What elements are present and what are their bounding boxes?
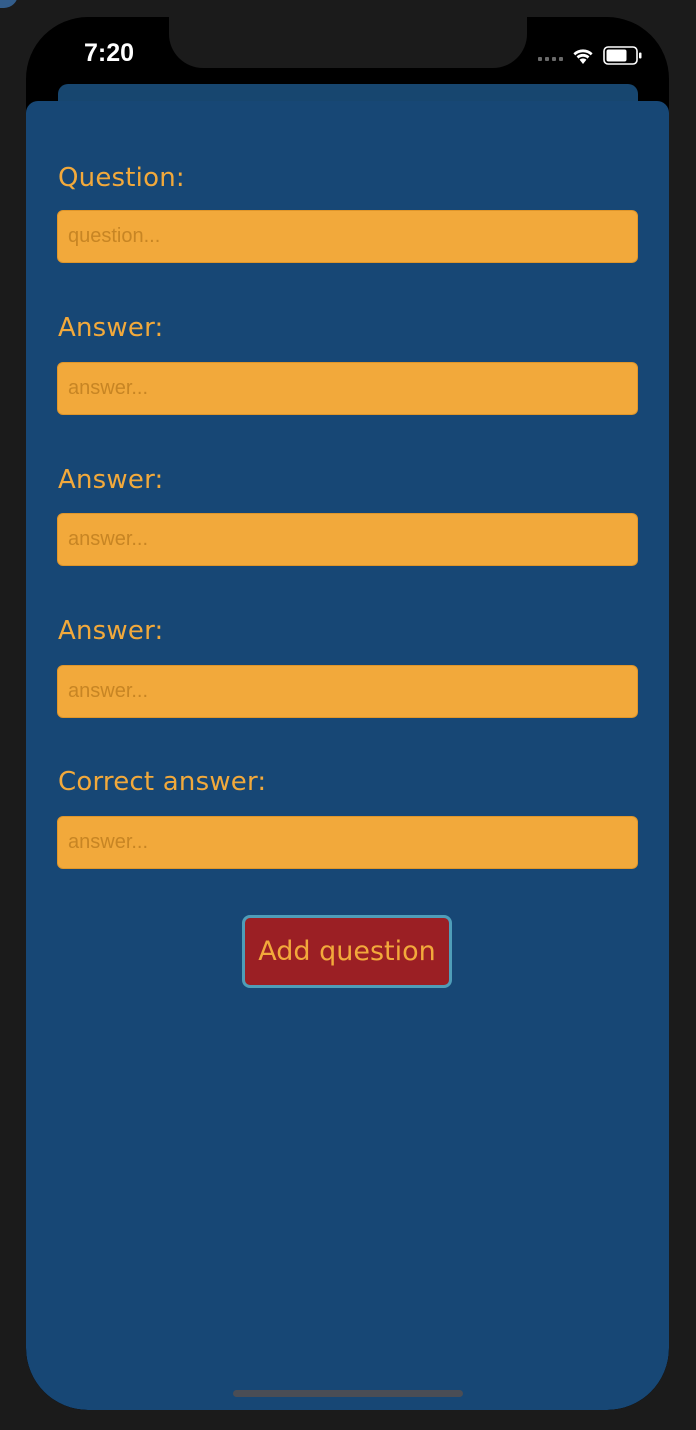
- correct-answer-input[interactable]: [57, 816, 638, 869]
- answer-1-input[interactable]: [57, 362, 638, 415]
- phone-screen: 7:20 Question: Answer: Answer:: [26, 17, 669, 1410]
- answer-2-input[interactable]: [57, 513, 638, 566]
- question-label: Question:: [58, 163, 185, 193]
- wifi-icon: [573, 49, 593, 64]
- cellular-signal-icon: [538, 57, 563, 61]
- answer-3-input[interactable]: [57, 665, 638, 718]
- correct-answer-label: Correct answer:: [58, 767, 267, 797]
- home-indicator[interactable]: [233, 1390, 463, 1397]
- answer-3-label: Answer:: [58, 616, 164, 646]
- question-input[interactable]: [57, 210, 638, 263]
- frame-glint: [0, 0, 18, 8]
- notch: [169, 17, 527, 68]
- answer-1-label: Answer:: [58, 313, 164, 343]
- add-question-button[interactable]: Add question: [242, 915, 452, 988]
- answer-2-label: Answer:: [58, 465, 164, 495]
- battery-icon: [603, 45, 642, 65]
- add-question-sheet: Question: Answer: Answer: Answer: Correc…: [26, 101, 669, 1410]
- status-icons: [538, 44, 643, 66]
- phone-frame: 7:20 Question: Answer: Answer:: [0, 0, 696, 1430]
- status-time: 7:20: [83, 39, 135, 67]
